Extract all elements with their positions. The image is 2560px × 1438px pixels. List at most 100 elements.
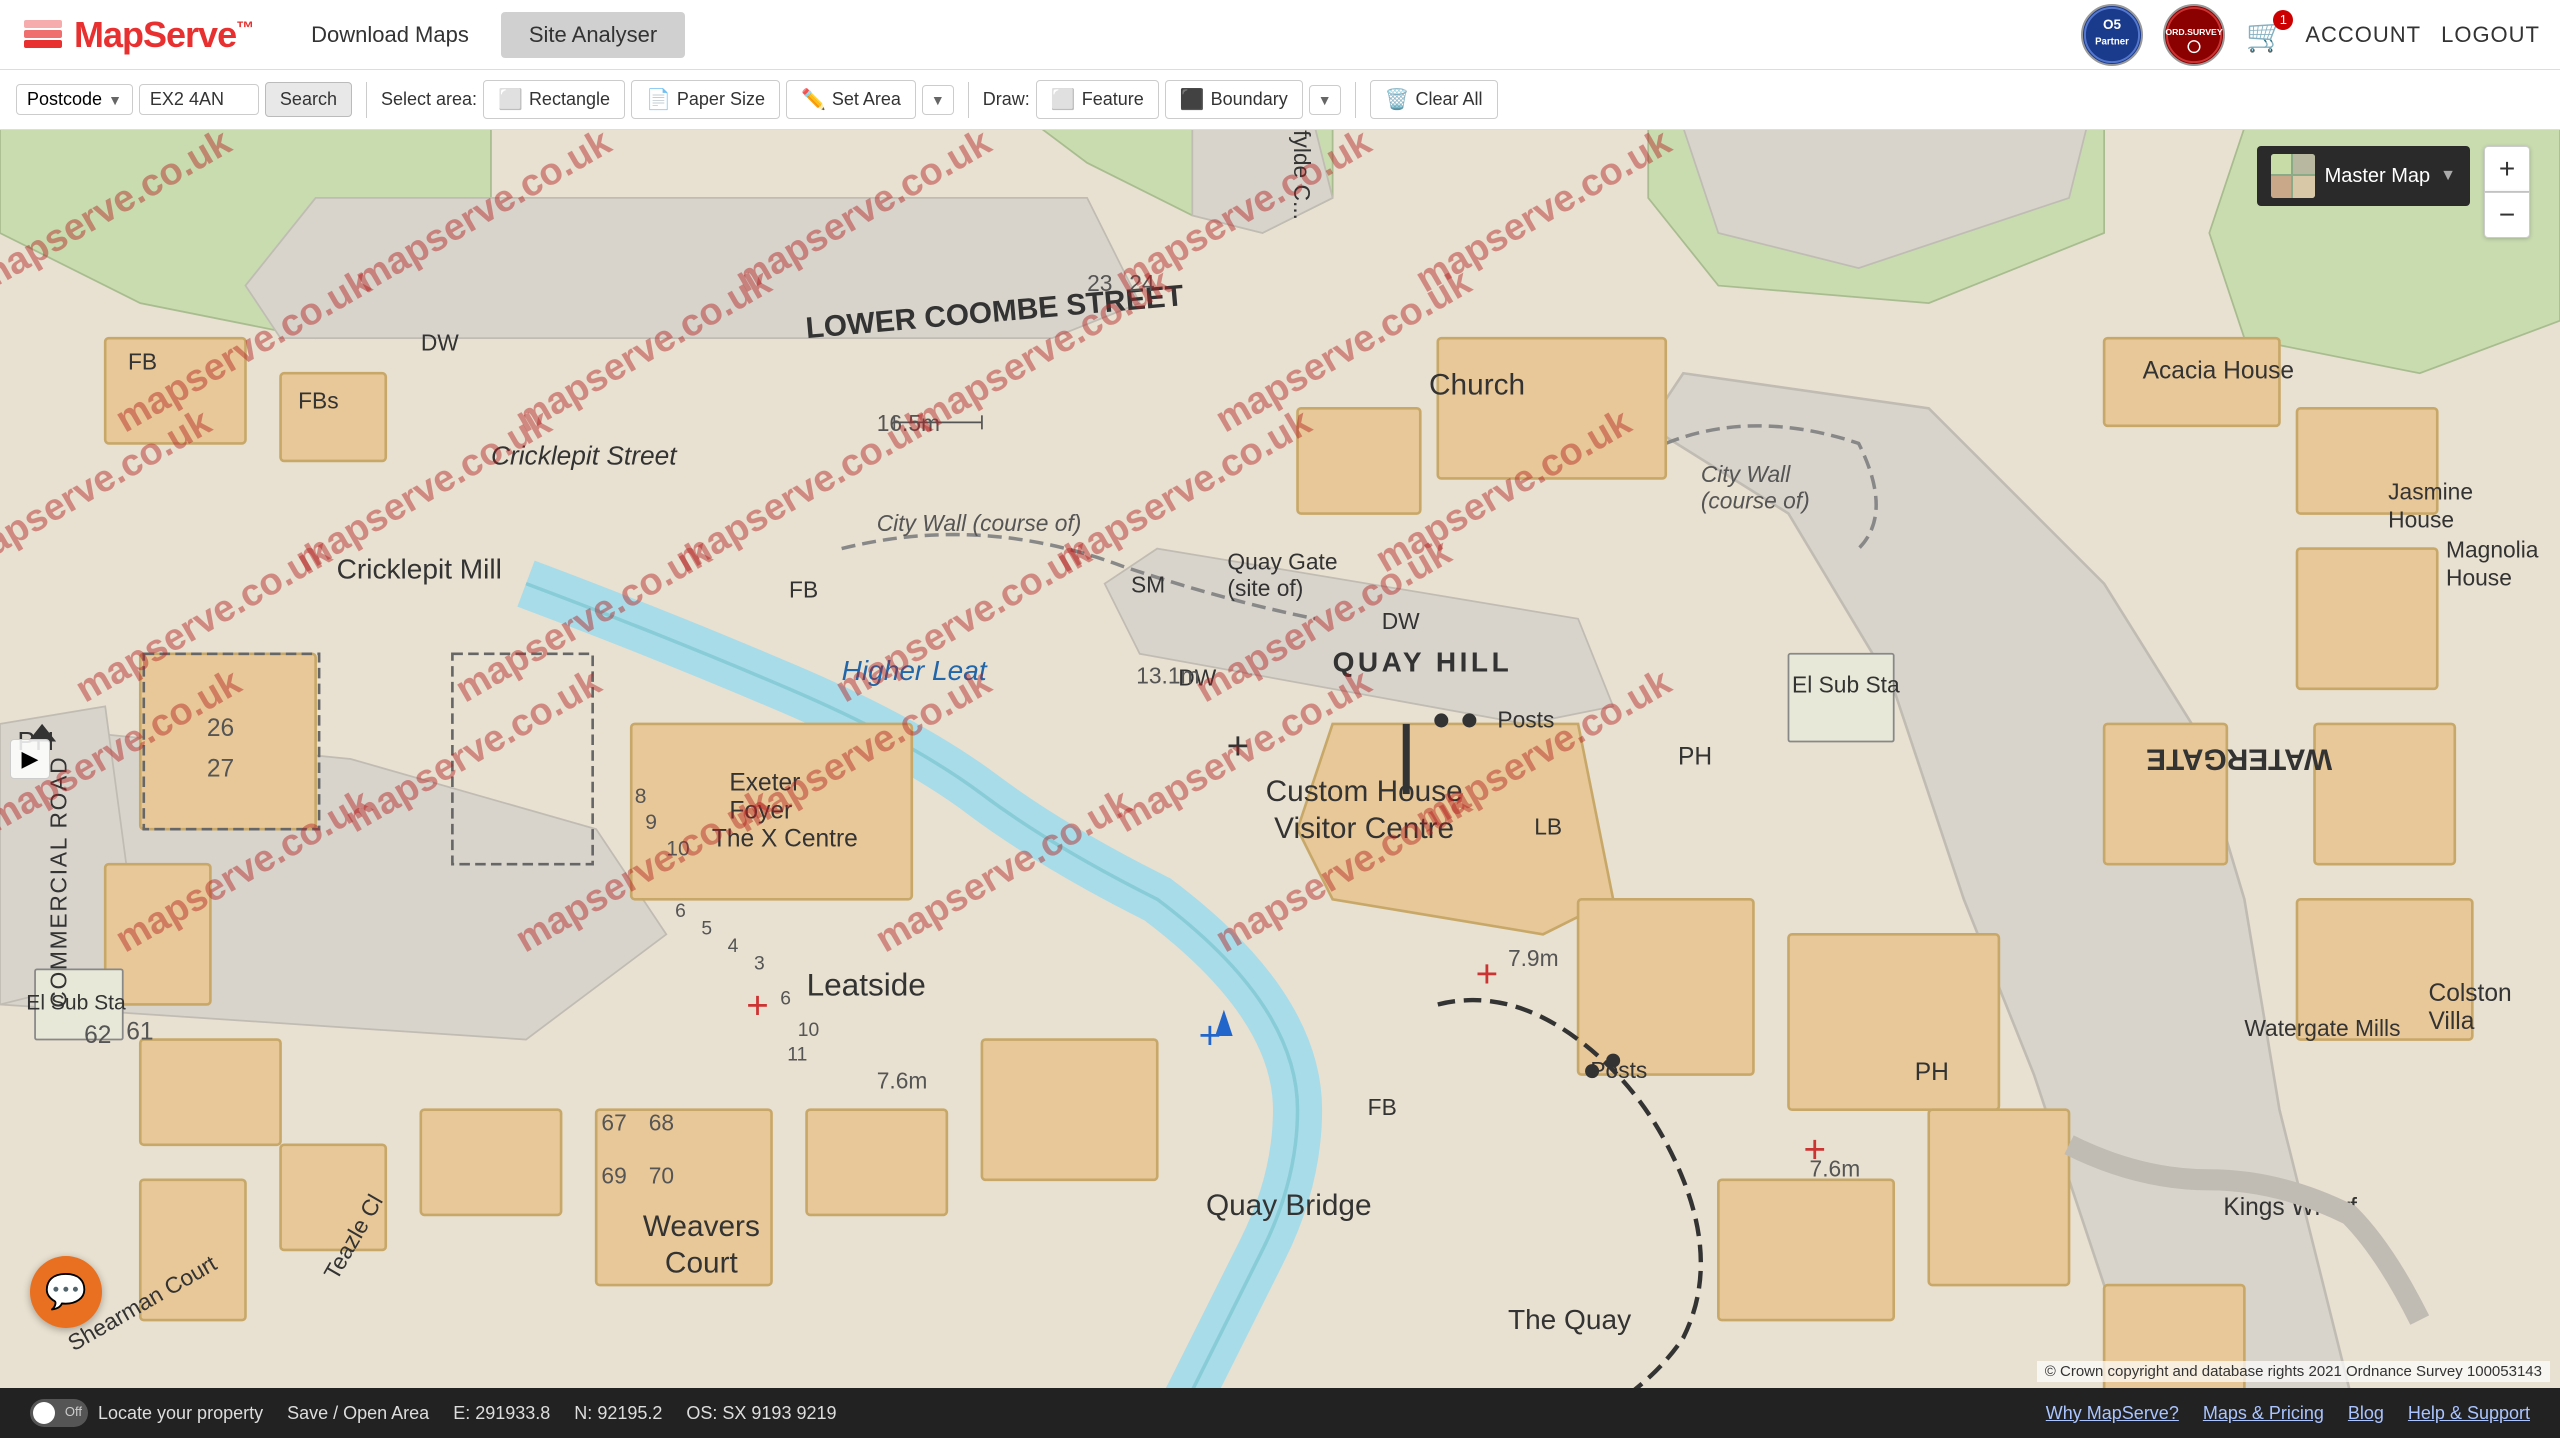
zoom-out-button[interactable]: − (2484, 192, 2530, 238)
map-type-dropdown-arrow: ▼ (2440, 167, 2456, 185)
footer: Off Locate your property Save / Open Are… (0, 1388, 2560, 1438)
logout-link[interactable]: LOGOUT (2441, 22, 2540, 48)
postcode-group: Postcode ▼ Search (16, 82, 352, 117)
nav-download-maps[interactable]: Download Maps (283, 12, 497, 58)
locate-toggle-group: Off Locate your property (30, 1399, 263, 1427)
map-controls: + − (2484, 146, 2530, 238)
svg-text:10: 10 (666, 837, 689, 860)
map-background: + + + + + LOWER COOMBE STREET Cricklepit… (0, 130, 2560, 1388)
svg-text:Cricklepit Mill: Cricklepit Mill (337, 553, 502, 584)
why-mapserve-link[interactable]: Why MapServe? (2046, 1403, 2179, 1424)
svg-text:+: + (746, 985, 769, 1028)
paper-size-button[interactable]: 📄 Paper Size (631, 80, 780, 119)
svg-text:Cricklepit Street: Cricklepit Street (491, 440, 678, 470)
postcode-input[interactable] (139, 84, 259, 115)
boundary-dropdown-arrow: ▼ (1318, 92, 1332, 108)
chat-button[interactable]: 💬 (30, 1256, 102, 1328)
divider-3 (1355, 82, 1356, 118)
svg-text:Visitor Centre: Visitor Centre (1274, 812, 1454, 845)
svg-text:(course of): (course of) (1701, 487, 1810, 513)
svg-text:7.9m: 7.9m (1508, 945, 1559, 971)
set-area-dropdown-arrow: ▼ (931, 92, 945, 108)
account-link[interactable]: ACCOUNT (2305, 22, 2421, 48)
svg-text:13.1m: 13.1m (1136, 663, 1199, 689)
paper-size-icon: 📄 (646, 87, 671, 112)
svg-text:68: 68 (649, 1110, 674, 1136)
footer-links: Why MapServe? Maps & Pricing Blog Help &… (2046, 1403, 2530, 1424)
map-copyright: © Crown copyright and database rights 20… (2037, 1361, 2550, 1382)
svg-text:3: 3 (754, 953, 765, 974)
toolbar: Postcode ▼ Search Select area: ⬜ Rectang… (0, 70, 2560, 130)
pan-button[interactable]: ▶ (10, 739, 50, 779)
svg-text:El Sub Sta: El Sub Sta (26, 992, 126, 1015)
cart-icon[interactable]: 🛒 1 (2245, 16, 2285, 54)
boundary-label: Boundary (1211, 89, 1288, 110)
locate-property-text: Locate your property (98, 1403, 263, 1424)
easting-label: E: (453, 1403, 470, 1423)
logo-text: MapServe™ (74, 14, 253, 56)
paper-size-label: Paper Size (677, 89, 765, 110)
clear-all-button[interactable]: 🗑️ Clear All (1370, 80, 1498, 119)
svg-text:SM: SM (1131, 571, 1165, 597)
svg-text:67: 67 (601, 1110, 626, 1136)
svg-text:4: 4 (728, 936, 739, 957)
zoom-in-button[interactable]: + (2484, 146, 2530, 192)
feature-icon: ⬜ (1051, 87, 1076, 112)
svg-text:City Wall (course of): City Wall (course of) (877, 510, 1082, 536)
svg-text:Villa: Villa (2428, 1008, 2474, 1035)
locate-toggle[interactable]: Off (30, 1399, 88, 1427)
svg-text:Jasmine: Jasmine (2388, 478, 2473, 504)
blog-link[interactable]: Blog (2348, 1403, 2384, 1424)
search-button[interactable]: Search (265, 82, 352, 117)
os-grid-coord: OS: SX 9193 9219 (686, 1403, 836, 1424)
logo-area: MapServe™ (20, 12, 253, 58)
svg-text:61: 61 (126, 1019, 153, 1046)
set-area-label: Set Area (832, 89, 901, 110)
svg-text:Colston: Colston (2428, 980, 2511, 1007)
feature-button[interactable]: ⬜ Feature (1036, 80, 1159, 119)
set-area-dropdown[interactable]: ▼ (922, 85, 954, 115)
svg-text:Higher Leat: Higher Leat (842, 655, 988, 686)
svg-text:26: 26 (207, 715, 234, 742)
svg-text:11: 11 (787, 1045, 807, 1066)
help-support-link[interactable]: Help & Support (2408, 1403, 2530, 1424)
svg-text:Acacia House: Acacia House (2143, 358, 2294, 385)
map-container[interactable]: + + + + + LOWER COOMBE STREET Cricklepit… (0, 130, 2560, 1388)
divider-2 (968, 82, 969, 118)
nav-site-analyser[interactable]: Site Analyser (501, 12, 685, 58)
svg-text:The X Centre: The X Centre (712, 826, 858, 853)
postcode-dropdown[interactable]: Postcode ▼ (16, 84, 133, 115)
clear-all-label: Clear All (1415, 89, 1482, 110)
svg-text:Watergate Mills: Watergate Mills (2244, 1015, 2400, 1041)
svg-text:DW: DW (1382, 608, 1420, 634)
svg-text:Quay Bridge: Quay Bridge (1206, 1189, 1372, 1222)
svg-text:Magnolia: Magnolia (2446, 536, 2539, 562)
boundary-button[interactable]: ⬛ Boundary (1165, 80, 1303, 119)
set-area-button[interactable]: ✏️ Set Area (786, 80, 916, 119)
save-open-area-text[interactable]: Save / Open Area (287, 1403, 429, 1424)
svg-text:7.6m: 7.6m (877, 1068, 928, 1094)
header-right: O5 Partner ORD.SURVEY 🛒 1 ACCOUNT LOGOUT (2081, 4, 2540, 66)
rectangle-button[interactable]: ⬜ Rectangle (483, 80, 625, 119)
svg-text:PH: PH (1678, 743, 1712, 770)
svg-text:Custom House: Custom House (1266, 775, 1463, 808)
maps-pricing-link[interactable]: Maps & Pricing (2203, 1403, 2324, 1424)
boundary-dropdown[interactable]: ▼ (1309, 85, 1341, 115)
map-type-selector[interactable]: Master Map ▼ (2257, 146, 2470, 206)
svg-text:WATERGATE: WATERGATE (2146, 743, 2332, 776)
svg-text:Posts: Posts (1590, 1057, 1647, 1083)
draw-group: Draw: ⬜ Feature ⬛ Boundary ▼ (983, 80, 1341, 119)
set-area-icon: ✏️ (801, 87, 826, 112)
rectangle-label: Rectangle (529, 89, 610, 110)
select-area-group: Select area: ⬜ Rectangle 📄 Paper Size ✏️… (381, 80, 954, 119)
postcode-label: Postcode (27, 89, 102, 110)
easting-value: 291933.8 (475, 1403, 550, 1423)
svg-text:House: House (2388, 507, 2454, 533)
svg-text:DW: DW (421, 329, 459, 355)
trash-icon: 🗑️ (1385, 87, 1410, 112)
logo-icon (20, 12, 66, 58)
northing-label: N: (574, 1403, 592, 1423)
boundary-icon: ⬛ (1180, 87, 1205, 112)
partner-badge: O5 Partner (2081, 4, 2143, 66)
svg-text:O5: O5 (2103, 17, 2122, 32)
